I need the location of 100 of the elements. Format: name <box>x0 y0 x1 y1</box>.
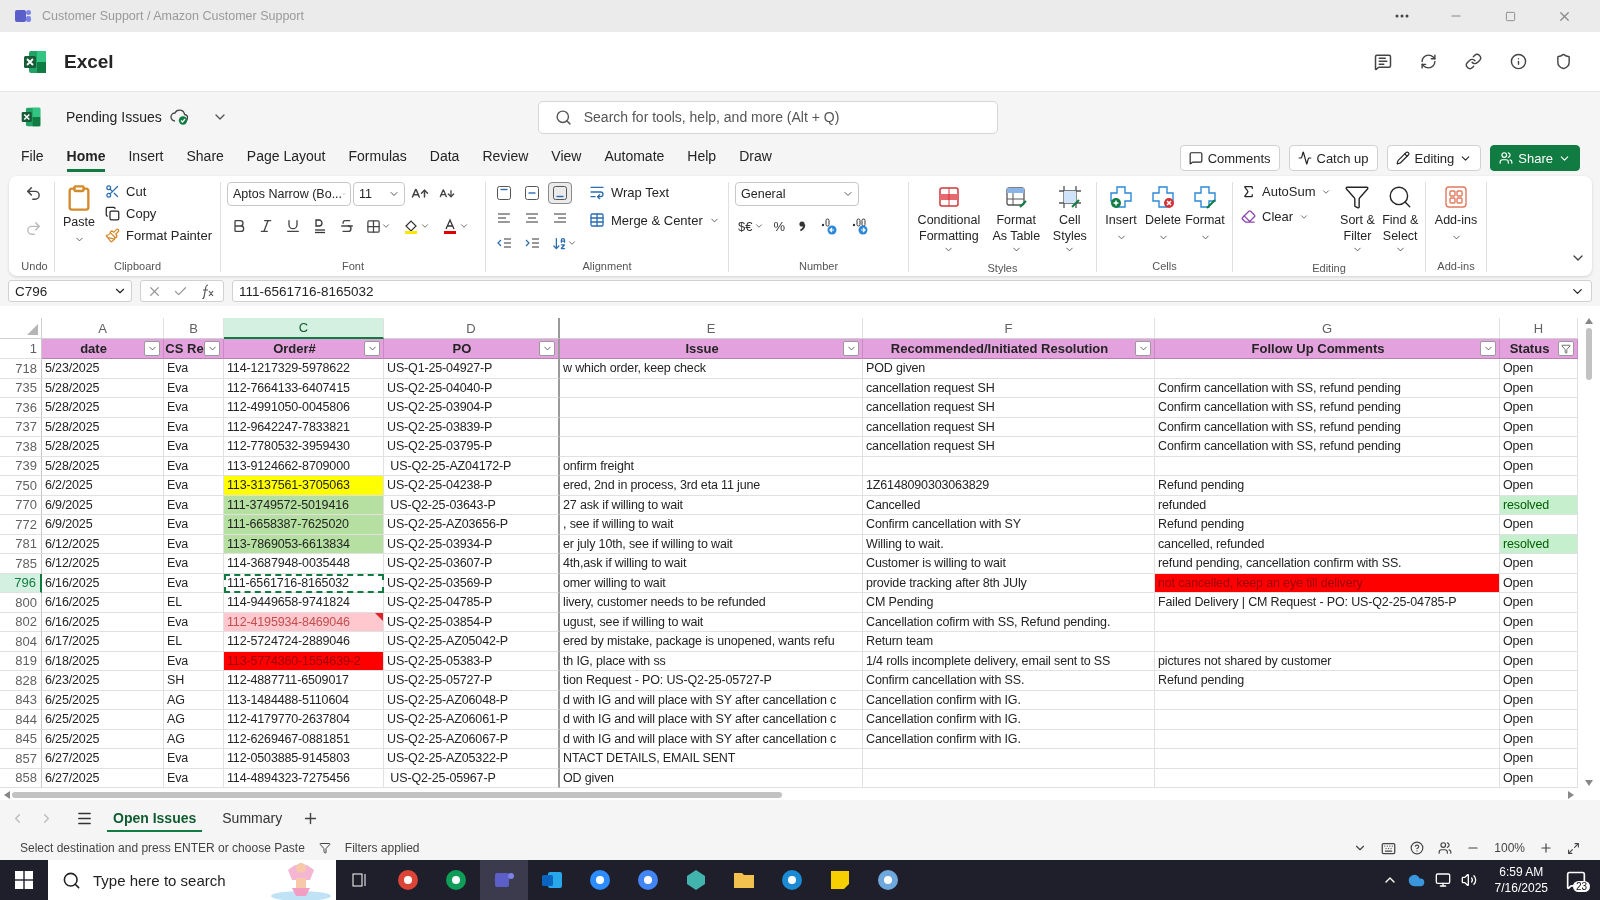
filter-button[interactable] <box>539 341 555 356</box>
teams-logo-icon <box>14 7 32 25</box>
search-field[interactable]: Search for tools, help, and more (Alt + Q) <box>537 100 998 134</box>
menu-tab[interactable]: Insert <box>128 144 164 172</box>
merge-center-button[interactable]: Merge & Center <box>587 210 722 230</box>
column-letter[interactable]: C <box>224 318 384 339</box>
column-letter[interactable]: D <box>384 318 560 339</box>
comments-button[interactable]: Comments <box>1179 145 1280 171</box>
table-cell[interactable]: 111-6561716-8165032 <box>224 573 384 593</box>
share-button[interactable]: Share <box>1490 145 1580 171</box>
menu-tab[interactable]: Automate <box>604 144 665 172</box>
horizontal-scrollbar[interactable] <box>12 792 782 798</box>
table-cell: 112-9642247-7833821 <box>224 417 384 437</box>
menu-tab[interactable]: Review <box>482 144 529 172</box>
menu-tab[interactable]: View <box>551 144 582 172</box>
ribbon-button[interactable]: Format <box>1187 182 1223 245</box>
table-cell: Cancellation confirm with IG. <box>863 729 1155 749</box>
table-cell: Open <box>1500 456 1578 476</box>
indent-increase-icon <box>524 235 540 251</box>
ribbon-button[interactable]: Format As Table <box>988 182 1044 262</box>
table-cell: EL <box>164 593 224 613</box>
row-number: 858 <box>0 768 42 788</box>
filter-button[interactable] <box>1480 341 1496 356</box>
table-cell: 6/23/2025 <box>42 671 164 691</box>
filter-button[interactable] <box>843 341 859 356</box>
column-header: Status <box>1500 339 1578 359</box>
table-cell: Eva <box>164 573 224 593</box>
format-painter-button[interactable]: Format Painter <box>103 226 214 245</box>
formula-field[interactable]: 111-6561716-8165032 <box>232 280 1592 302</box>
ribbon-button[interactable]: Find & Select <box>1381 182 1419 262</box>
row-number: 736 <box>0 398 42 418</box>
menu-tab[interactable]: Home <box>66 144 106 172</box>
delete-cells-icon <box>1150 184 1176 210</box>
column-letter[interactable]: H <box>1500 318 1578 339</box>
caret-icon <box>420 221 430 231</box>
caret-icon <box>381 221 391 231</box>
filter-button[interactable] <box>1558 341 1574 356</box>
menu-tab[interactable]: Share <box>186 144 224 172</box>
cut-button[interactable]: Cut <box>103 182 214 201</box>
percent-button[interactable]: % <box>770 216 789 236</box>
column-letter[interactable]: E <box>560 318 863 339</box>
menu-tab[interactable]: Help <box>687 144 717 172</box>
table-cell: livery, customer needs to be refunded <box>560 593 863 613</box>
autosum-button[interactable]: AutoSum <box>1239 182 1334 201</box>
paste-button[interactable]: Paste <box>61 182 97 247</box>
group-label: Cells <box>1152 260 1177 272</box>
table-cell: d with IG and will place with SY after cancellation c <box>560 710 863 730</box>
menu-tab[interactable]: Data <box>429 144 460 172</box>
table-cell: w which order, keep check <box>560 359 863 379</box>
wrap-text-button[interactable]: Wrap Text <box>587 182 722 202</box>
number-format-select[interactable]: General <box>735 182 859 206</box>
column-letter[interactable]: A <box>42 318 164 339</box>
zoom-level: 100% <box>1494 841 1525 855</box>
keyboard-icon <box>1381 840 1397 856</box>
table-cell: 113-7869053-6613834 <box>224 534 384 554</box>
strikethrough-icon <box>339 218 355 234</box>
bold-icon <box>231 218 247 234</box>
table-cell: tion Request - PO: US-Q2-25-05727-P <box>560 671 863 691</box>
menu-tab[interactable]: Page Layout <box>246 144 326 172</box>
filter-button[interactable] <box>204 341 220 356</box>
font-select[interactable]: Aptos Narrow (Bo... <box>227 182 351 206</box>
sheet-tab[interactable]: Open Issues <box>107 804 203 832</box>
ribbon-button[interactable]: Insert <box>1103 182 1139 245</box>
ribbon-button[interactable]: Conditional Formatting <box>915 182 983 262</box>
app-icon <box>876 868 900 892</box>
table-cell: US-Q2-25-03795-P <box>384 437 560 457</box>
row-number: 772 <box>0 515 42 535</box>
table-cell: US-Q2-25-03854-P <box>384 612 560 632</box>
table-cell: 5/28/2025 <box>42 398 164 418</box>
filter-button[interactable] <box>144 341 160 356</box>
eraser-icon <box>1241 209 1256 224</box>
row-number: 770 <box>0 495 42 515</box>
menu-tab[interactable]: File <box>21 144 44 172</box>
copy-button[interactable]: Copy <box>103 204 214 223</box>
menu-tab[interactable]: Draw <box>739 144 772 172</box>
name-box[interactable]: C796 <box>8 280 132 302</box>
ribbon-button[interactable]: Delete <box>1145 182 1181 245</box>
ribbon-button[interactable]: Cell Styles <box>1049 182 1090 262</box>
table-cell: 114-3687948-0035448 <box>224 554 384 574</box>
filter-button[interactable] <box>364 341 380 356</box>
catch-up-button[interactable]: Catch up <box>1288 145 1378 171</box>
column-letter[interactable]: G <box>1155 318 1500 339</box>
ribbon-button[interactable]: Add-ins <box>1432 182 1480 245</box>
currency-button[interactable]: $€ <box>735 216 768 236</box>
column-letter[interactable]: F <box>863 318 1155 339</box>
clear-button[interactable]: Clear <box>1239 207 1334 226</box>
font-size-select[interactable]: 11 <box>353 182 405 206</box>
vertical-scrollbar[interactable] <box>1586 328 1592 380</box>
group-label: Number <box>798 260 839 272</box>
taskbar-clock[interactable]: 6:59 AM 7/16/2025 <box>1494 863 1548 897</box>
mode-dropdown[interactable]: Editing <box>1386 145 1482 171</box>
table-cell: US-Q2-25-03839-P <box>384 417 560 437</box>
notification-button[interactable]: 23 <box>1566 870 1586 890</box>
column-letter[interactable]: B <box>164 318 224 339</box>
sheet-tab[interactable]: Summary <box>216 804 289 832</box>
vertical-align-button[interactable] <box>548 182 572 204</box>
ribbon-button[interactable]: Sort & Filter <box>1339 182 1376 262</box>
table-cell: ered, 2nd in process, 3rd eta 11 june <box>560 476 863 496</box>
filter-button[interactable] <box>1135 341 1151 356</box>
menu-tab[interactable]: Formulas <box>348 144 407 172</box>
